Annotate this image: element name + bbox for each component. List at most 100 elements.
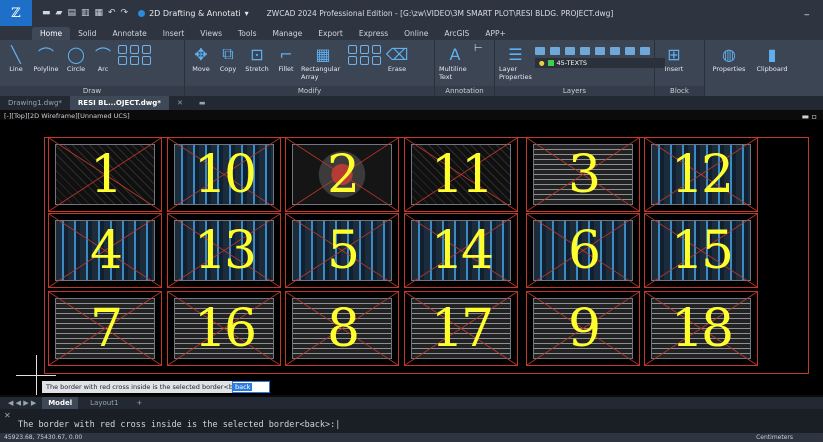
clipboard-button[interactable]: ▮ Clipboard xyxy=(752,43,792,74)
rectangle-icon[interactable] xyxy=(118,45,127,54)
drawing-sheet[interactable]: 18 xyxy=(644,291,758,366)
title-bar: ℤ ▬ ▰ ▤ ▥ ▦ ↶ ↷ 2D Drafting & Annotati ▾ ZWCAD … xyxy=(0,0,823,26)
tab-solid[interactable]: Solid xyxy=(70,27,104,40)
redo-icon[interactable]: ↷ xyxy=(121,8,129,18)
layer-dropdown[interactable]: ● 45-TEXTS xyxy=(534,58,665,68)
tab-tools[interactable]: Tools xyxy=(230,27,264,40)
layer-tool-icon[interactable] xyxy=(549,47,560,55)
drawing-sheet[interactable]: 5 xyxy=(285,213,399,288)
modify-panel: ✥ Move ⧉ Copy ⊡ Stretch ⌐ Fillet ▦ Rectangula… xyxy=(185,40,435,96)
arc-button[interactable]: ⌒ Arc xyxy=(91,43,115,73)
trim-icon[interactable] xyxy=(348,45,357,54)
drawing-sheet[interactable]: 3 xyxy=(526,137,640,212)
workspace-selector[interactable]: 2D Drafting & Annotati ▾ xyxy=(138,9,249,18)
app-logo-icon[interactable]: ℤ xyxy=(0,0,32,26)
tab-export[interactable]: Export xyxy=(310,27,351,40)
drawing-sheet[interactable]: 6 xyxy=(526,213,640,288)
layer-tool-icon[interactable] xyxy=(639,47,650,55)
doc-tab-resi-project[interactable]: RESI BL...OJECT.dwg* xyxy=(69,96,169,110)
drawing-sheet[interactable]: 11 xyxy=(404,137,518,212)
doc-tab-drawing1[interactable]: Drawing1.dwg* xyxy=(0,96,70,110)
fillet-button[interactable]: ⌐ Fillet xyxy=(274,43,298,74)
drawing-sheet[interactable]: 16 xyxy=(167,291,281,366)
point-icon[interactable] xyxy=(118,56,127,65)
tab-model[interactable]: Model xyxy=(42,397,79,409)
drawing-sheet[interactable]: 8 xyxy=(285,291,399,366)
tab-manage[interactable]: Manage xyxy=(264,27,310,40)
plot-icon[interactable]: ▦ xyxy=(94,8,103,18)
tooltip-input[interactable]: back xyxy=(232,381,270,393)
insert-button[interactable]: ⊞ Insert xyxy=(659,43,689,74)
polyline-button[interactable]: ⌒ Polyline xyxy=(31,43,61,73)
close-icon[interactable]: ✕ xyxy=(4,411,11,420)
open-icon[interactable]: ▰ xyxy=(56,8,63,18)
drawing-sheet[interactable]: 14 xyxy=(404,213,518,288)
new-tab-icon[interactable]: ▬ xyxy=(191,96,214,110)
stretch-button[interactable]: ⊡ Stretch xyxy=(243,43,271,74)
offset-icon[interactable] xyxy=(360,56,369,65)
drawing-sheet[interactable]: 12 xyxy=(644,137,758,212)
drawing-sheet[interactable]: 4 xyxy=(48,213,162,288)
add-layout-button[interactable]: + xyxy=(130,397,148,409)
command-window[interactable]: ✕ The border with red cross inside is th… xyxy=(0,409,823,433)
minimize-button[interactable]: _ xyxy=(805,6,810,16)
drawing-sheet[interactable]: 15 xyxy=(644,213,758,288)
chevron-down-icon: ▾ xyxy=(244,8,249,18)
drawing-sheet[interactable]: 9 xyxy=(526,291,640,366)
multiline-text-button[interactable]: A Multiline Text xyxy=(439,43,471,82)
drawing-sheet[interactable]: 10 xyxy=(167,137,281,212)
mirror-icon[interactable] xyxy=(360,45,369,54)
spline-icon[interactable] xyxy=(130,45,139,54)
tab-online[interactable]: Online xyxy=(396,27,436,40)
tab-insert[interactable]: Insert xyxy=(155,27,193,40)
units-selector[interactable]: Centimeters xyxy=(756,433,793,442)
region-icon[interactable] xyxy=(142,56,151,65)
tab-home[interactable]: Home xyxy=(32,27,71,40)
properties-button[interactable]: ◍ Properties xyxy=(709,43,749,74)
command-line[interactable]: The border with red cross inside is the … xyxy=(18,420,340,430)
close-icon[interactable]: ✕ xyxy=(169,96,191,110)
tab-app-plus[interactable]: APP+ xyxy=(477,27,513,40)
tab-views[interactable]: Views xyxy=(192,27,230,40)
dimension-icon[interactable]: ⊢ xyxy=(474,43,483,54)
drawing-sheet[interactable]: 17 xyxy=(404,291,518,366)
layer-tool-icon[interactable] xyxy=(534,47,545,55)
sheet-number: 6 xyxy=(567,220,601,281)
move-button[interactable]: ✥ Move xyxy=(189,43,213,74)
workspace-gear-icon xyxy=(138,9,146,17)
nav-arrows-icon[interactable]: ◀ ◀ ▶ ▶ xyxy=(8,399,36,407)
rotate-icon[interactable] xyxy=(348,56,357,65)
line-button[interactable]: ╲ Line xyxy=(4,43,28,74)
saveas-icon[interactable]: ▥ xyxy=(81,8,90,18)
scale-icon[interactable] xyxy=(372,45,381,54)
ellipse-icon[interactable] xyxy=(130,56,139,65)
viewport-label[interactable]: [-][Top][2D Wireframe][Unnamed UCS] xyxy=(4,112,130,120)
tab-annotate[interactable]: Annotate xyxy=(104,27,154,40)
drawing-sheet[interactable]: 7 xyxy=(48,291,162,366)
drawing-sheet[interactable]: 1 xyxy=(48,137,162,212)
undo-icon[interactable]: ↶ xyxy=(108,8,116,18)
tab-layout1[interactable]: Layout1 xyxy=(84,397,124,409)
drawing-sheet[interactable]: 13 xyxy=(167,213,281,288)
tab-express[interactable]: Express xyxy=(351,27,396,40)
tab-arcgis[interactable]: ArcGIS xyxy=(436,27,477,40)
copy-button[interactable]: ⧉ Copy xyxy=(216,43,240,73)
new-icon[interactable]: ▬ xyxy=(42,8,51,18)
layer-properties-button[interactable]: ☰ Layer Properties xyxy=(499,43,532,82)
layer-tool-icon[interactable] xyxy=(579,47,590,55)
explode-icon[interactable] xyxy=(372,56,381,65)
arc-label: Arc xyxy=(97,65,109,73)
circle-button[interactable]: ◯ Circle xyxy=(64,43,88,74)
layer-tool-icon[interactable] xyxy=(594,47,605,55)
save-icon[interactable]: ▤ xyxy=(67,8,76,18)
erase-button[interactable]: ⌫ Erase xyxy=(385,43,409,74)
layer-tool-icon[interactable] xyxy=(609,47,620,55)
layer-tool-icon[interactable] xyxy=(624,47,635,55)
properties-label: Properties xyxy=(712,65,746,73)
drawing-sheet[interactable]: 2 xyxy=(285,137,399,212)
layer-tool-icon[interactable] xyxy=(564,47,575,55)
hatch-icon[interactable] xyxy=(142,45,151,54)
clipboard-label: Clipboard xyxy=(756,65,788,73)
rectangular-array-button[interactable]: ▦ Rectangular Array xyxy=(301,43,345,82)
sheet-number: 14 xyxy=(430,220,494,281)
